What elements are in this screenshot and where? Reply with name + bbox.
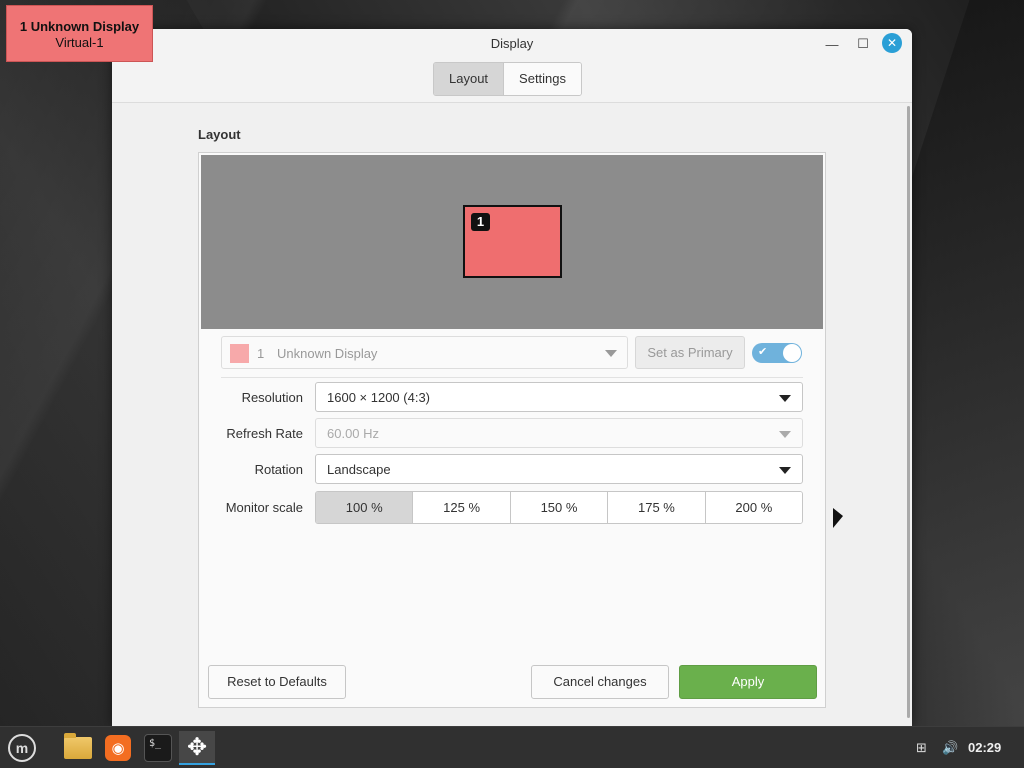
chevron-down-icon [779, 467, 791, 474]
monitor-scale-label: Monitor scale [225, 500, 303, 515]
volume-icon[interactable]: 🔊 [942, 727, 958, 768]
cancel-changes-button[interactable]: Cancel changes [531, 665, 669, 699]
monitor-select-index: 1 [257, 346, 265, 361]
terminal-icon: $_ [144, 734, 172, 762]
identify-output: Virtual-1 [55, 35, 104, 50]
rotation-value: Landscape [327, 462, 391, 477]
files-launcher[interactable] [60, 731, 96, 765]
maximize-icon[interactable]: ☐ [853, 34, 873, 54]
tab-layout[interactable]: Layout [434, 63, 505, 95]
scale-option-150[interactable]: 150 % [510, 492, 609, 523]
rotation-label: Rotation [254, 462, 303, 477]
monitor-arrangement-canvas[interactable]: 1 [201, 155, 823, 329]
monitor-scale-group: 100 % 125 % 150 % 175 % 200 % [315, 491, 803, 524]
scale-option-175[interactable]: 175 % [608, 492, 706, 523]
refresh-rate-value: 60.00 Hz [327, 426, 380, 441]
display-window: Display — ☐ ✕ Layout Settings Layout 1 1… [112, 29, 912, 726]
section-title: Layout [198, 127, 241, 142]
mint-logo-icon: m [8, 734, 36, 762]
mouse-pointer-icon [833, 508, 843, 528]
layout-page: Layout 1 1 Unknown Display Set as Primar… [112, 104, 912, 726]
monitor-select-name: Unknown Display [277, 346, 378, 361]
folder-icon [64, 733, 92, 759]
scale-option-100[interactable]: 100 % [316, 492, 414, 523]
firefox-icon: ◉ [105, 735, 131, 761]
display-app-window-button[interactable]: ✥ [179, 731, 215, 765]
scale-option-125[interactable]: 125 % [413, 492, 511, 523]
firefox-launcher[interactable]: ◉ [100, 731, 136, 765]
layout-panel: 1 1 Unknown Display Set as Primary ✔ Res… [198, 152, 826, 708]
check-icon: ✔ [758, 346, 768, 358]
network-icon[interactable]: ⊞ [916, 727, 927, 768]
resolution-value: 1600 × 1200 (4:3) [327, 390, 430, 405]
menu-button[interactable]: m [4, 731, 40, 765]
scale-option-200[interactable]: 200 % [705, 492, 802, 523]
close-icon[interactable]: ✕ [882, 33, 902, 53]
tab-settings[interactable]: Settings [504, 63, 582, 95]
monitor-enabled-toggle[interactable]: ✔ [752, 343, 802, 363]
resolution-label: Resolution [241, 390, 303, 405]
monitor-number-badge: 1 [471, 213, 490, 231]
chevron-down-icon [779, 395, 791, 402]
display-identify-overlay: 1 Unknown Display Virtual-1 [6, 5, 153, 62]
taskbar: m ◉ $_ ✥ ⊞ 🔊 02:29 [0, 726, 1024, 768]
window-title: Display [490, 36, 534, 51]
chevron-down-icon [779, 431, 791, 438]
rotation-select[interactable]: Landscape [315, 454, 803, 484]
clock[interactable]: 02:29 [968, 740, 1001, 755]
monitor-color-swatch [230, 344, 249, 363]
scrollbar[interactable] [907, 106, 910, 718]
refresh-rate-select: 60.00 Hz [315, 418, 803, 448]
titlebar[interactable]: Display — ☐ ✕ Layout Settings [112, 29, 912, 103]
apply-button[interactable]: Apply [679, 665, 817, 699]
monitor-preview[interactable]: 1 [463, 205, 562, 278]
resolution-select[interactable]: 1600 × 1200 (4:3) [315, 382, 803, 412]
toggle-knob [783, 344, 801, 362]
refresh-rate-label: Refresh Rate [226, 426, 303, 441]
monitor-select[interactable]: 1 Unknown Display [221, 336, 628, 369]
move-arrows-icon: ✥ [186, 733, 208, 761]
set-primary-button[interactable]: Set as Primary [635, 336, 745, 369]
chevron-down-icon [605, 350, 617, 357]
minimize-icon[interactable]: — [822, 34, 842, 54]
view-switcher: Layout Settings [433, 62, 583, 96]
divider [221, 377, 803, 378]
identify-title: 1 Unknown Display [19, 19, 140, 34]
reset-defaults-button[interactable]: Reset to Defaults [208, 665, 346, 699]
terminal-launcher[interactable]: $_ [140, 731, 176, 765]
